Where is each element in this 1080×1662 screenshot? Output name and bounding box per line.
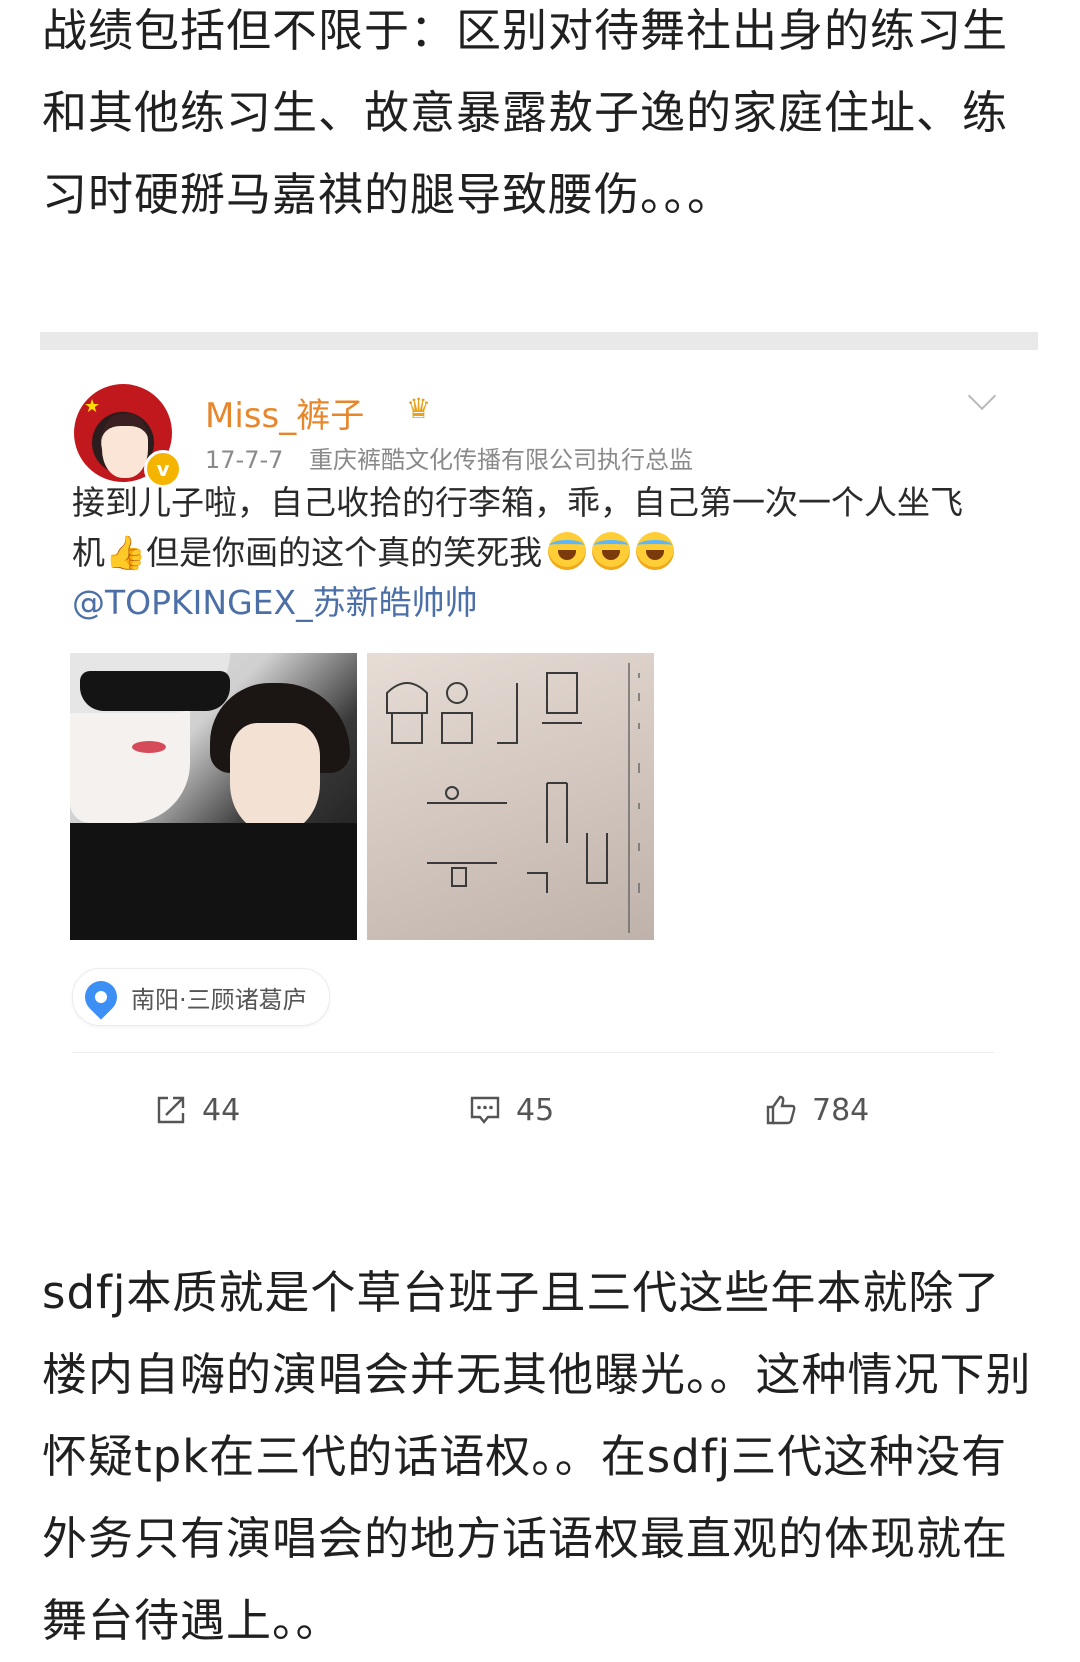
like-button[interactable]: 784 — [764, 1070, 869, 1150]
location-pin-icon — [78, 974, 124, 1020]
flag-star-icon: ★ — [84, 396, 101, 417]
avatar-face — [102, 414, 148, 478]
thumbs-up-icon — [766, 1095, 796, 1125]
chevron-down-icon[interactable] — [967, 381, 997, 411]
photo-face-right — [230, 723, 320, 833]
thumbs-up-icon: 👍 — [105, 533, 147, 572]
post-body: 接到儿子啦，自己收拾的行李箱，乖，自己第一次一个人坐飞机👍但是你画的这个真的笑死… — [72, 478, 972, 628]
laugh-cry-emoji-icon — [636, 532, 675, 570]
repost-count: 44 — [202, 1092, 241, 1128]
post-photo-selfie[interactable] — [70, 653, 357, 940]
like-count: 784 — [812, 1092, 870, 1128]
action-divider — [72, 1052, 994, 1053]
closing-paragraph: sdfj本质就是个草台班子且三代这些年本就除了楼内自嗨的演唱会并无其他曝光。。这… — [42, 1266, 1032, 1647]
photo-shirt — [70, 823, 357, 940]
action-bar: 44 45 784 — [40, 1070, 1038, 1150]
weibo-post-card: ★ v Miss_裤子 ♛ 17-7-7 重庆裤酷文化传播有限公司执行总监 接到… — [40, 350, 1038, 1190]
post-meta: 17-7-7 重庆裤酷文化传播有限公司执行总监 — [205, 440, 693, 475]
location-text: 南阳·三顾诸葛庐 — [131, 985, 307, 1014]
laugh-cry-emoji-icon — [592, 532, 631, 570]
intro-paragraph: 战绩包括但不限于：区别对待舞社出身的练习生和其他练习生、故意暴露敖子逸的家庭住址… — [42, 4, 1009, 221]
crown-icon: ♛ — [406, 392, 432, 425]
author-bio: 重庆裤酷文化传播有限公司执行总监 — [309, 446, 694, 474]
repost-button[interactable]: 44 — [154, 1070, 240, 1150]
section-divider — [40, 332, 1038, 350]
photo-sunglasses — [80, 671, 230, 711]
photo-lips — [132, 741, 166, 753]
post-date: 17-7-7 — [205, 446, 284, 474]
mention-link[interactable]: @TOPKINGEX_苏新皓帅帅 — [72, 583, 478, 622]
laugh-cry-emoji-icon — [548, 532, 587, 570]
repost-icon — [157, 1096, 185, 1124]
comment-icon — [470, 1096, 500, 1124]
sketch-drawing — [386, 663, 640, 933]
location-tag[interactable]: 南阳·三顾诸葛庐 — [72, 968, 330, 1026]
post-photo-drawing[interactable] — [367, 653, 654, 940]
comment-button[interactable]: 45 — [468, 1070, 554, 1150]
post-text-after: 但是你画的这个真的笑死我 — [146, 533, 543, 572]
post-username[interactable]: Miss_裤子 — [205, 388, 364, 437]
comment-count: 45 — [516, 1092, 555, 1128]
